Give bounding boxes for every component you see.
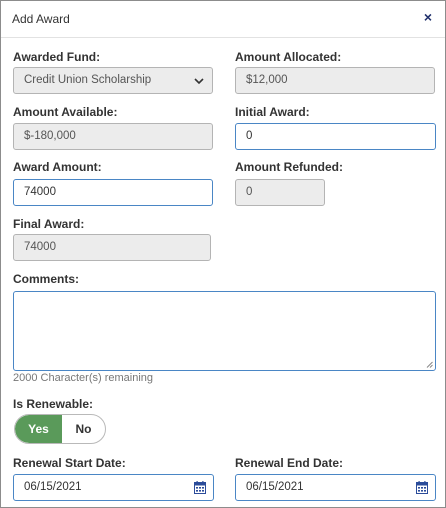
- amount-allocated-field: $12,000: [235, 67, 435, 94]
- initial-award-label: Initial Award:: [235, 105, 310, 119]
- awarded-fund-value: Credit Union Scholarship: [24, 74, 152, 86]
- is-renewable-toggle: Yes No: [14, 414, 106, 444]
- resize-handle-icon[interactable]: [426, 361, 433, 368]
- awarded-fund-select[interactable]: Credit Union Scholarship: [13, 67, 213, 94]
- chevron-down-icon: [194, 78, 204, 85]
- is-renewable-label: Is Renewable:: [13, 397, 94, 411]
- dialog-title: Add Award: [12, 12, 70, 26]
- characters-remaining: 2000 Character(s) remaining: [13, 372, 154, 384]
- close-icon[interactable]: ×: [421, 10, 435, 24]
- final-award-label: Final Award:: [13, 217, 85, 231]
- renewal-start-date-value: 06/15/2021: [24, 481, 82, 493]
- renewable-no-option[interactable]: No: [62, 415, 105, 443]
- calendar-icon[interactable]: [416, 481, 428, 494]
- renewal-start-date-label: Renewal Start Date:: [13, 456, 126, 470]
- amount-available-value: $-180,000: [24, 130, 76, 142]
- renewal-start-date-input[interactable]: 06/15/2021: [13, 474, 214, 501]
- amount-allocated-value: $12,000: [246, 74, 288, 86]
- award-amount-label: Award Amount:: [13, 160, 102, 174]
- amount-available-field: $-180,000: [13, 123, 213, 150]
- initial-award-input[interactable]: 0: [235, 123, 436, 150]
- amount-refunded-value: 0: [246, 186, 253, 198]
- calendar-icon[interactable]: [194, 481, 206, 494]
- comments-label: Comments:: [13, 272, 80, 286]
- amount-refunded-field: 0: [235, 179, 325, 206]
- renewable-yes-option[interactable]: Yes: [15, 415, 62, 443]
- add-award-dialog: Add Award × Awarded Fund: Credit Union S…: [0, 0, 446, 508]
- initial-award-value: 0: [246, 130, 253, 142]
- awarded-fund-label: Awarded Fund:: [13, 50, 101, 64]
- amount-refunded-label: Amount Refunded:: [235, 160, 343, 174]
- final-award-field: 74000: [13, 234, 211, 261]
- award-amount-value: 74000: [24, 186, 56, 198]
- award-amount-input[interactable]: 74000: [13, 179, 213, 206]
- amount-available-label: Amount Available:: [13, 105, 118, 119]
- amount-allocated-label: Amount Allocated:: [235, 50, 342, 64]
- renewal-end-date-value: 06/15/2021: [246, 481, 304, 493]
- comments-textarea[interactable]: [13, 291, 436, 371]
- renewal-end-date-label: Renewal End Date:: [235, 456, 344, 470]
- final-award-value: 74000: [24, 241, 56, 253]
- dialog-header: Add Award ×: [1, 1, 445, 38]
- renewal-end-date-input[interactable]: 06/15/2021: [235, 474, 436, 501]
